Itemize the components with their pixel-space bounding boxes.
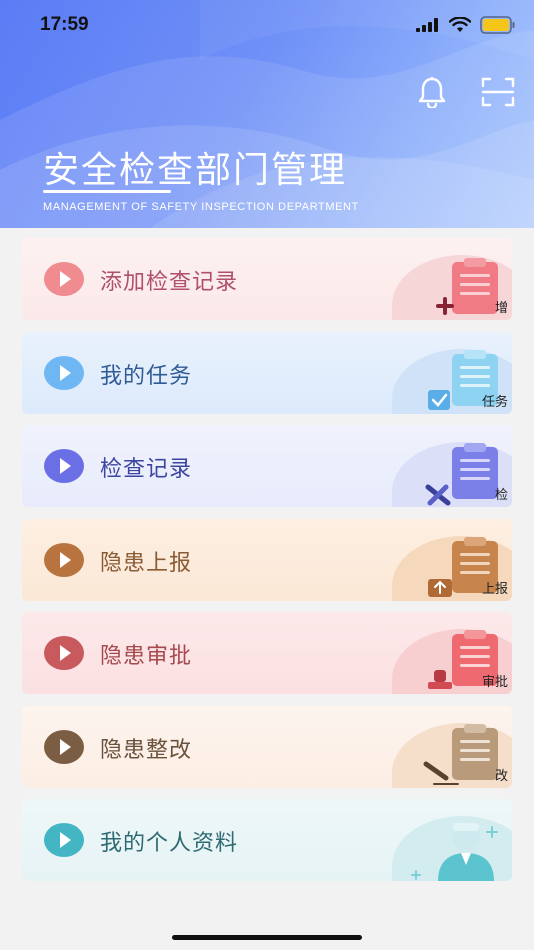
- rectification-clipboard-icon: [423, 723, 498, 785]
- header-banner: 17:59 安全检查部门管理 MANAGEMENT OF SAFETY INSP…: [0, 0, 534, 228]
- page-title: 安全检查部门管理: [43, 150, 348, 191]
- play-icon: [44, 355, 84, 390]
- play-icon: [44, 729, 84, 764]
- status-icons: [416, 16, 516, 34]
- menu-item-hazard-report[interactable]: 隐患上报 上报: [22, 518, 512, 601]
- menu-item-label: 隐患审批: [100, 644, 193, 669]
- menu-item-tag: 检: [494, 488, 508, 503]
- menu-item-hazard-rectification[interactable]: 隐患整改 改: [22, 705, 512, 788]
- menu-list: 添加检查记录 增 我的任务 任务 检查记录 检 隐患上报 上报 隐患审批 审批 …: [22, 238, 512, 893]
- home-indicator[interactable]: [172, 935, 362, 940]
- menu-item-hazard-approval[interactable]: 隐患审批 审批: [22, 612, 512, 694]
- menu-item-inspection-records[interactable]: 检查记录 检: [22, 425, 512, 507]
- battery-icon: [480, 16, 515, 34]
- profile-avatar-icon: [411, 823, 498, 881]
- notification-bell-button[interactable]: [412, 72, 452, 112]
- play-icon: [44, 542, 84, 577]
- menu-item-label: 我的任务: [100, 363, 193, 389]
- play-icon: [44, 636, 84, 670]
- status-bar: 17:59: [0, 0, 534, 54]
- wifi-icon: [449, 17, 471, 32]
- scan-icon: [481, 77, 515, 107]
- menu-item-tag: 上报: [481, 581, 508, 597]
- menu-item-label: 检查记录: [100, 457, 193, 482]
- play-icon: [44, 823, 84, 857]
- menu-item-add-inspection-record[interactable]: 添加检查记录 增: [22, 238, 512, 320]
- menu-item-label: 隐患上报: [100, 550, 193, 576]
- status-time: 17:59: [40, 14, 89, 35]
- menu-item-tag: 审批: [481, 675, 508, 690]
- menu-item-tag: 增: [494, 301, 508, 316]
- play-icon: [44, 262, 84, 296]
- menu-item-label: 我的个人资料: [100, 831, 239, 856]
- play-icon: [44, 449, 84, 483]
- inspection-clipboard-icon: [425, 443, 498, 506]
- menu-item-my-profile[interactable]: 我的个人资料: [22, 799, 512, 881]
- menu-item-label: 隐患整改: [100, 737, 193, 763]
- bell-icon: [418, 76, 446, 108]
- title-underline: [43, 190, 171, 193]
- menu-item-label: 添加检查记录: [100, 270, 239, 295]
- signal-icon: [416, 18, 438, 32]
- scan-button[interactable]: [478, 72, 518, 112]
- menu-item-tag: 改: [494, 768, 508, 784]
- menu-item-tag: 任务: [481, 394, 508, 410]
- add-clipboard-icon: [436, 258, 498, 315]
- page-subtitle: MANAGEMENT OF SAFETY INSPECTION DEPARTME…: [43, 201, 359, 213]
- menu-item-my-tasks[interactable]: 我的任务 任务: [22, 331, 512, 414]
